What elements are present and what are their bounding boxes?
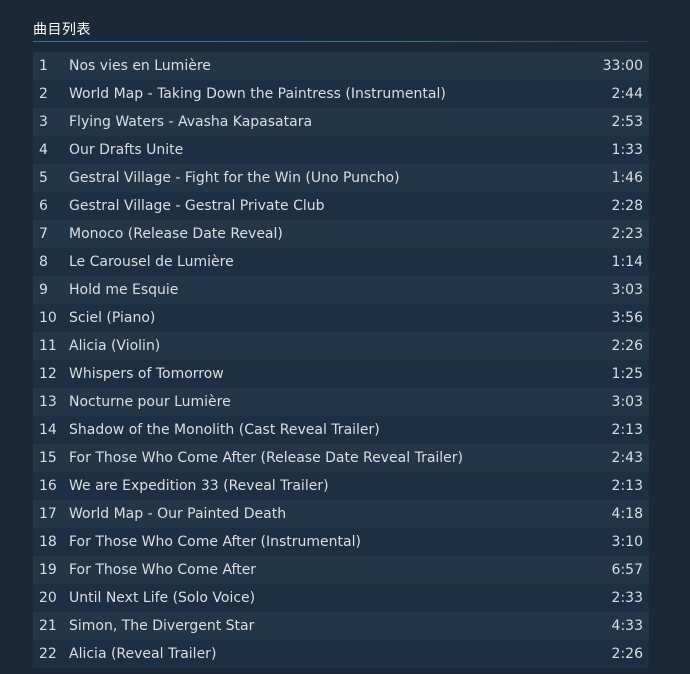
track-number: 5 xyxy=(39,170,48,186)
track-duration: 3:56 xyxy=(611,310,643,326)
track-list: 1 Nos vies en Lumière 33:00 2 World Map - Ta… xyxy=(33,52,649,668)
track-number: 19 xyxy=(39,562,57,578)
track-row: 22 Alicia (Reveal Trailer) 2:26 xyxy=(33,640,649,668)
track-number: 17 xyxy=(39,506,57,522)
track-row: 15 For Those Who Come After (Release Date… xyxy=(33,444,649,472)
track-duration: 2:13 xyxy=(611,478,643,494)
track-title: Until Next Life (Solo Voice) xyxy=(69,590,256,606)
track-duration: 2:53 xyxy=(611,114,643,130)
track-row: 12 Whispers of Tomorrow 1:25 xyxy=(33,360,649,388)
track-duration: 1:25 xyxy=(611,366,643,382)
track-duration: 3:03 xyxy=(611,394,643,410)
track-row: 5 Gestral Village - Fight for the Win (Un… xyxy=(33,164,649,192)
track-title: For Those Who Come After xyxy=(69,562,257,578)
track-number: 21 xyxy=(39,618,57,634)
track-number: 20 xyxy=(39,590,57,606)
track-title: World Map - Our Painted Death xyxy=(69,506,287,522)
track-row: 4 Our Drafts Unite 1:33 xyxy=(33,136,649,164)
track-number: 16 xyxy=(39,478,57,494)
track-duration: 3:10 xyxy=(611,534,643,550)
track-title: Shadow of the Monolith (Cast Reveal Trai… xyxy=(69,422,380,438)
track-title: Flying Waters - Avasha Kapasatara xyxy=(69,114,313,130)
track-row: 19 For Those Who Come After 6:57 xyxy=(33,556,649,584)
track-title: Monoco (Release Date Reveal) xyxy=(69,226,283,242)
track-duration: 2:33 xyxy=(611,590,643,606)
track-duration: 3:03 xyxy=(611,282,643,298)
track-row: 13 Nocturne pour Lumière 3:03 xyxy=(33,388,649,416)
track-row: 2 World Map - Taking Down the Paintress (… xyxy=(33,80,649,108)
track-title: Alicia (Reveal Trailer) xyxy=(69,646,217,662)
track-row: 1 Nos vies en Lumière 33:00 xyxy=(33,52,649,80)
track-number: 3 xyxy=(39,114,48,130)
track-title: Nocturne pour Lumière xyxy=(69,394,231,410)
track-row: 18 For Those Who Come After (Instrumental… xyxy=(33,528,649,556)
track-number: 4 xyxy=(39,142,48,158)
track-row: 7 Monoco (Release Date Reveal) 2:23 xyxy=(33,220,649,248)
track-number: 13 xyxy=(39,394,57,410)
title-divider xyxy=(33,41,649,42)
track-number: 11 xyxy=(39,338,57,354)
track-duration: 2:44 xyxy=(611,86,643,102)
track-row: 3 Flying Waters - Avasha Kapasatara 2:53 xyxy=(33,108,649,136)
track-title: Gestral Village - Gestral Private Club xyxy=(69,198,325,214)
track-title: For Those Who Come After (Release Date R… xyxy=(69,450,464,466)
track-title: We are Expedition 33 (Reveal Trailer) xyxy=(69,478,329,494)
track-title: Sciel (Piano) xyxy=(69,310,156,326)
track-number: 12 xyxy=(39,366,57,382)
track-row: 16 We are Expedition 33 (Reveal Trailer) 2… xyxy=(33,472,649,500)
track-title: Gestral Village - Fight for the Win (Uno… xyxy=(69,170,400,186)
track-number: 9 xyxy=(39,282,48,298)
track-duration: 1:33 xyxy=(611,142,643,158)
track-title: Le Carousel de Lumière xyxy=(69,254,234,270)
track-duration: 1:46 xyxy=(611,170,643,186)
track-row: 6 Gestral Village - Gestral Private Club 2… xyxy=(33,192,649,220)
track-title: Whispers of Tomorrow xyxy=(69,366,224,382)
track-row: 14 Shadow of the Monolith (Cast Reveal Tr… xyxy=(33,416,649,444)
track-title: Our Drafts Unite xyxy=(69,142,184,158)
track-duration: 2:43 xyxy=(611,450,643,466)
track-number: 8 xyxy=(39,254,48,270)
track-number: 1 xyxy=(39,58,48,74)
track-title: Alicia (Violin) xyxy=(69,338,161,354)
track-row: 21 Simon, The Divergent Star 4:33 xyxy=(33,612,649,640)
track-row: 17 World Map - Our Painted Death 4:18 xyxy=(33,500,649,528)
track-duration: 33:00 xyxy=(602,58,643,74)
track-number: 6 xyxy=(39,198,48,214)
track-number: 18 xyxy=(39,534,57,550)
track-number: 2 xyxy=(39,86,48,102)
track-duration: 2:23 xyxy=(611,226,643,242)
track-duration: 2:13 xyxy=(611,422,643,438)
track-title: Hold me Esquie xyxy=(69,282,179,298)
track-duration: 2:26 xyxy=(611,646,643,662)
track-title: Simon, The Divergent Star xyxy=(69,618,255,634)
track-duration: 2:28 xyxy=(611,198,643,214)
track-title: Nos vies en Lumière xyxy=(69,58,211,74)
track-duration: 4:18 xyxy=(611,506,643,522)
track-number: 7 xyxy=(39,226,48,242)
track-title: For Those Who Come After (Instrumental) xyxy=(69,534,361,550)
track-row: 20 Until Next Life (Solo Voice) 2:33 xyxy=(33,584,649,612)
track-duration: 4:33 xyxy=(611,618,643,634)
track-duration: 6:57 xyxy=(611,562,643,578)
track-number: 14 xyxy=(39,422,57,438)
track-row: 8 Le Carousel de Lumière 1:14 xyxy=(33,248,649,276)
track-number: 22 xyxy=(39,646,57,662)
track-title: World Map - Taking Down the Paintress (I… xyxy=(69,86,446,102)
track-number: 15 xyxy=(39,450,57,466)
track-row: 10 Sciel (Piano) 3:56 xyxy=(33,304,649,332)
track-row: 11 Alicia (Violin) 2:26 xyxy=(33,332,649,360)
track-duration: 1:14 xyxy=(611,254,643,270)
section-title: 曲目列表 xyxy=(33,22,91,38)
track-row: 9 Hold me Esquie 3:03 xyxy=(33,276,649,304)
track-duration: 2:26 xyxy=(611,338,643,354)
track-number: 10 xyxy=(39,310,57,326)
